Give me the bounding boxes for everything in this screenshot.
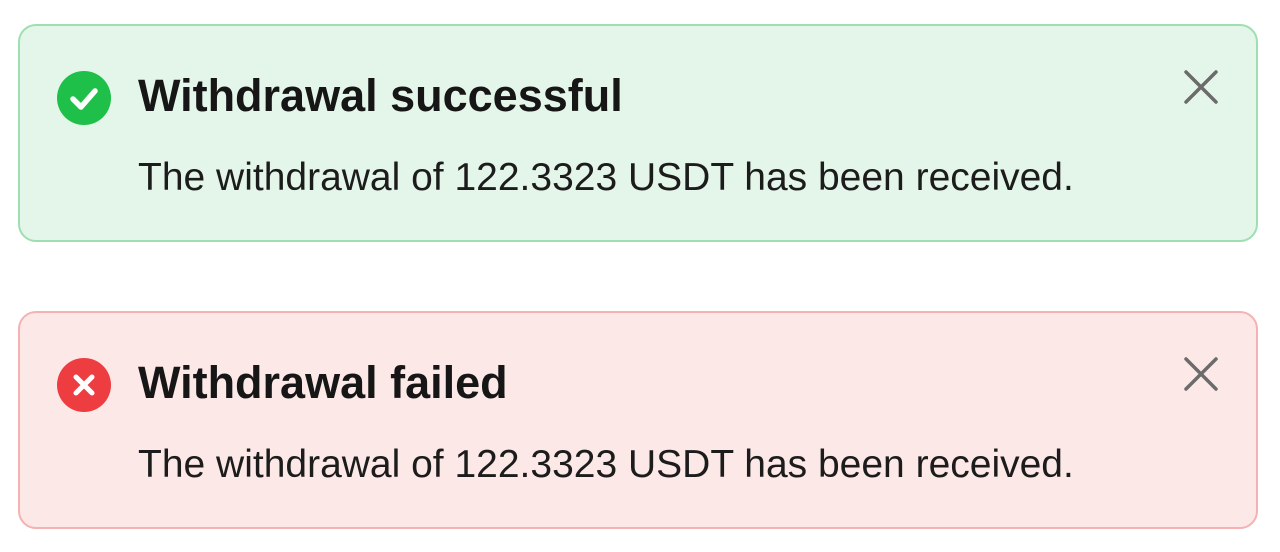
close-button[interactable] [1180,353,1222,395]
error-toast: Withdrawal failed The withdrawal of 122.… [18,311,1258,529]
toast-message: The withdrawal of 122.3323 USDT has been… [138,156,1074,199]
close-icon [1184,70,1218,104]
toast-title: Withdrawal successful [138,70,623,121]
check-circle-bg [57,71,111,125]
toast-message: The withdrawal of 122.3323 USDT has been… [138,443,1074,486]
success-toast: Withdrawal successful The withdrawal of … [18,24,1258,242]
close-button[interactable] [1180,66,1222,108]
close-icon [1184,357,1218,391]
check-circle-icon [57,71,111,125]
x-circle-icon [57,358,111,412]
toast-title: Withdrawal failed [138,357,508,408]
